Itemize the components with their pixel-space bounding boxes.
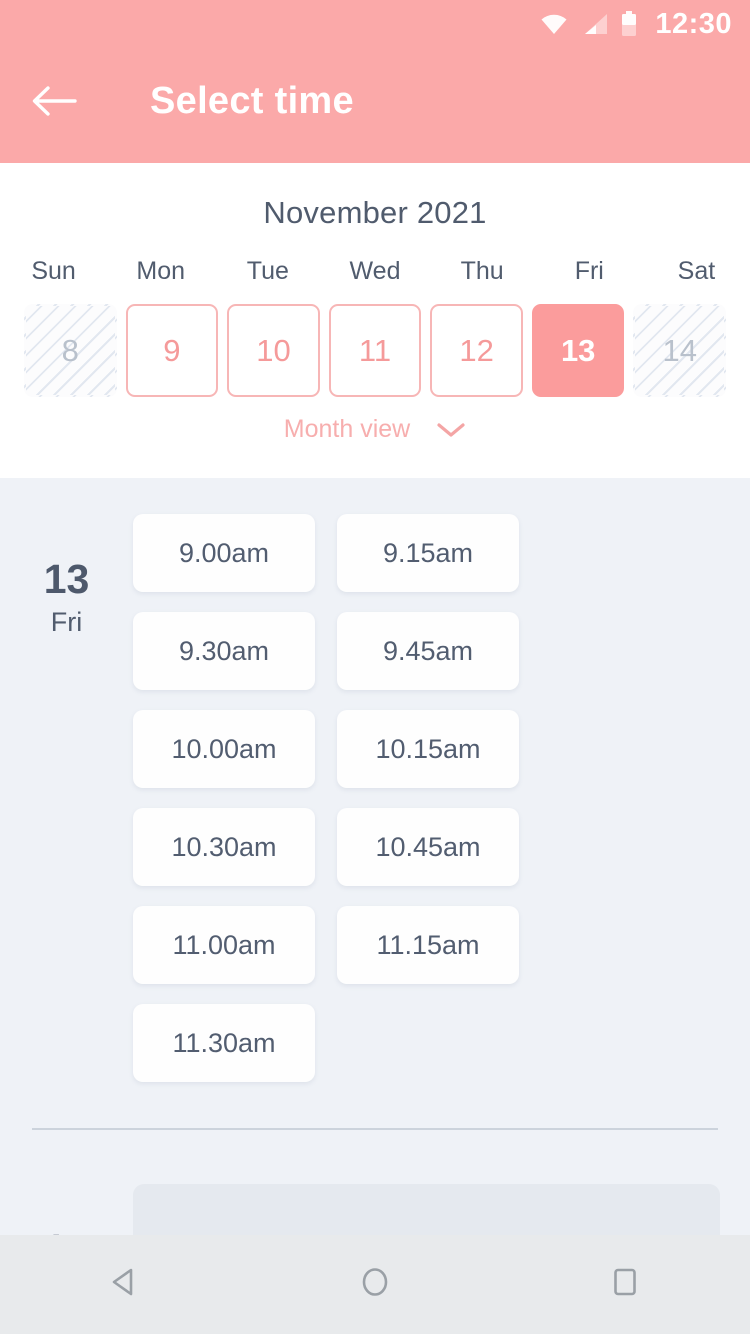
schedule-day-13: 13 Fri 9.00am 9.15am 9.30am 9.45am 10.00… xyxy=(0,478,750,1082)
month-view-label: Month view xyxy=(283,415,411,443)
phone-screen: 12:30 Select time November 2021 Sun Mon … xyxy=(0,0,750,1334)
month-title: November 2021 xyxy=(263,195,487,230)
cell-signal-icon xyxy=(581,12,609,36)
nav-back-button[interactable] xyxy=(70,1235,180,1334)
weekday-header: Mon xyxy=(136,257,186,285)
time-slot[interactable]: 11.15am xyxy=(337,906,519,984)
day-label-column: 13 Fri xyxy=(0,514,133,1082)
day-label-column: 14 Sun xyxy=(0,1184,133,1235)
time-slot[interactable]: 10.00am xyxy=(133,710,315,788)
chevron-down-icon xyxy=(436,421,466,439)
time-slot[interactable]: 9.45am xyxy=(337,612,519,690)
weekday-header: Sun xyxy=(31,257,76,285)
weekday-header: Sat xyxy=(677,257,716,285)
square-recents-icon xyxy=(606,1263,644,1306)
calendar-day-14: 14 xyxy=(633,304,726,397)
android-nav-bar xyxy=(0,1235,750,1334)
status-bar: 12:30 xyxy=(0,0,750,48)
battery-icon xyxy=(621,11,637,37)
weekday-header: Tue xyxy=(246,257,289,285)
weekday-header: Thu xyxy=(460,257,504,285)
arrow-left-icon xyxy=(31,84,77,123)
nav-home-button[interactable] xyxy=(320,1235,430,1334)
time-slot[interactable]: 11.00am xyxy=(133,906,315,984)
schedule-day-number: 14 xyxy=(0,1227,133,1235)
calendar-day-13-selected[interactable]: 13 xyxy=(531,304,625,397)
week-days-row: 8 9 10 11 12 13 14 xyxy=(0,304,750,397)
schedule-day-14: 14 Sun Salon closed xyxy=(0,1130,750,1235)
time-slot[interactable]: 9.15am xyxy=(337,514,519,592)
salon-closed-banner: Salon closed xyxy=(133,1184,720,1235)
calendar-day-9[interactable]: 9 xyxy=(125,304,219,397)
status-time: 12:30 xyxy=(655,7,732,40)
calendar-day-10[interactable]: 10 xyxy=(227,304,320,397)
schedule-list[interactable]: 13 Fri 9.00am 9.15am 9.30am 9.45am 10.00… xyxy=(0,478,750,1235)
nav-recents-button[interactable] xyxy=(570,1235,680,1334)
triangle-back-icon xyxy=(106,1263,144,1306)
schedule-day-number: 13 xyxy=(43,556,90,602)
month-view-toggle[interactable]: Month view xyxy=(0,415,750,444)
time-slot[interactable]: 10.30am xyxy=(133,808,315,886)
page-title: Select time xyxy=(150,80,354,122)
calendar-day-8: 8 xyxy=(24,304,117,397)
weekday-header: Wed xyxy=(349,257,401,285)
circle-home-icon xyxy=(356,1263,394,1306)
wifi-icon xyxy=(539,12,569,36)
app-bar: 12:30 Select time xyxy=(0,0,750,163)
time-slot[interactable]: 10.45am xyxy=(337,808,519,886)
time-slot[interactable]: 11.30am xyxy=(133,1004,315,1082)
weekday-header: Fri xyxy=(574,257,604,285)
time-slot[interactable]: 9.30am xyxy=(133,612,315,690)
time-slot[interactable]: 9.00am xyxy=(133,514,315,592)
calendar-day-12[interactable]: 12 xyxy=(430,304,523,397)
calendar-day-11[interactable]: 11 xyxy=(328,304,422,397)
schedule-day-name: Fri xyxy=(50,607,83,638)
calendar-panel: November 2021 Sun Mon Tue Wed Thu Fri Sa… xyxy=(0,163,750,478)
back-button[interactable] xyxy=(31,81,77,125)
time-slot[interactable]: 10.15am xyxy=(337,710,519,788)
weekday-header-row: Sun Mon Tue Wed Thu Fri Sat xyxy=(0,257,750,286)
time-slot-grid: 9.00am 9.15am 9.30am 9.45am 10.00am 10.1… xyxy=(133,514,750,1082)
